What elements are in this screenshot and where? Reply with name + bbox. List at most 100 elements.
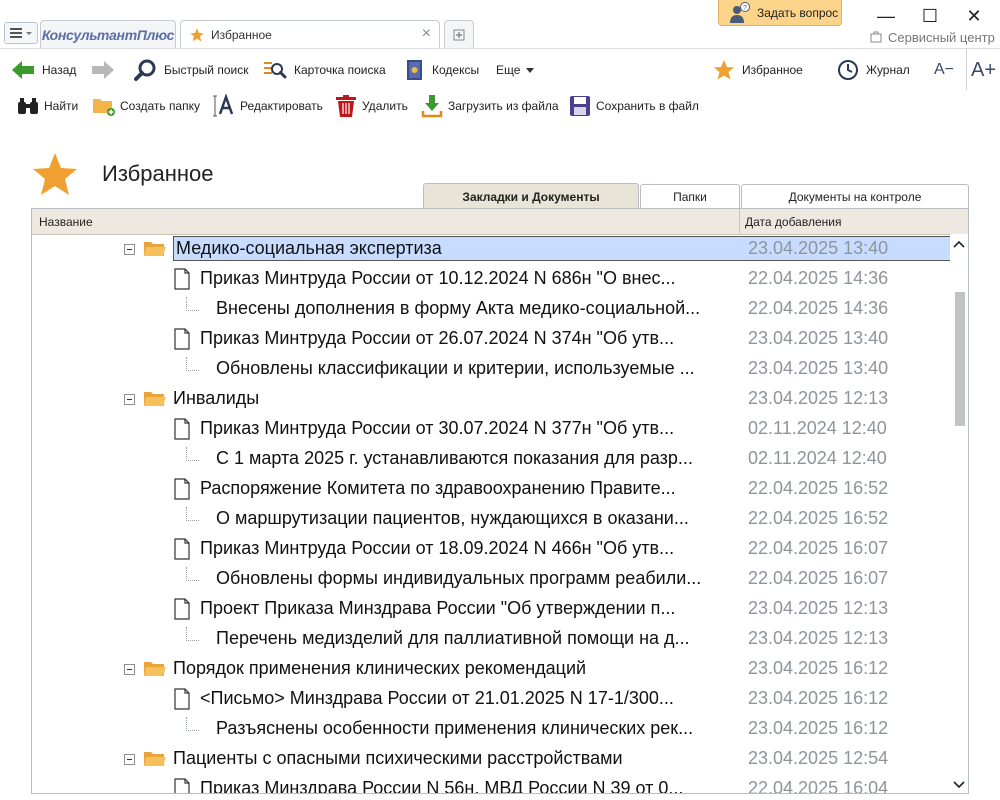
- row-date-added: 22.04.2025 16:07: [748, 568, 889, 588]
- delete-button[interactable]: Удалить: [334, 90, 408, 122]
- row-date-added: 02.11.2024 12:40: [748, 418, 887, 438]
- journal-button[interactable]: Журнал: [836, 49, 910, 91]
- tree-connector-line: [186, 447, 199, 461]
- binoculars-icon: [18, 98, 38, 114]
- collapse-toggle-icon[interactable]: [124, 664, 135, 675]
- tab-bookmarks-documents[interactable]: Закладки и Документы: [423, 183, 639, 209]
- scroll-down-button[interactable]: [950, 777, 968, 793]
- tree-note-row[interactable]: Обновлены классификации и критерии, испо…: [32, 354, 950, 384]
- favorites-button[interactable]: Избранное: [712, 49, 803, 91]
- service-icon: [870, 31, 882, 42]
- tree-connector-line: [186, 297, 199, 311]
- collapse-toggle-icon[interactable]: [124, 244, 135, 255]
- vertical-scrollbar[interactable]: [950, 234, 968, 793]
- find-button[interactable]: Найти: [16, 90, 78, 122]
- tree-connector-line: [186, 717, 199, 731]
- service-center-link[interactable]: Сервисный центр: [870, 30, 995, 45]
- favorites-action-toolbar: Найти Создать папку Редактировать Удалит…: [0, 90, 1000, 122]
- tab-documents-on-control[interactable]: Документы на контроле: [741, 184, 969, 208]
- back-button[interactable]: Назад: [10, 49, 76, 91]
- row-title: Приказ Минтруда России от 26.07.2024 N 3…: [200, 328, 675, 348]
- document-icon: [174, 268, 190, 290]
- load-from-file-button[interactable]: Загрузить из файла: [420, 90, 559, 122]
- row-date-added: 22.04.2025 14:36: [748, 298, 889, 318]
- font-increase-button[interactable]: A+: [966, 49, 996, 91]
- collapse-toggle-icon[interactable]: [124, 394, 135, 405]
- row-date-added: 23.04.2025 16:12: [748, 688, 889, 708]
- tree-note-row[interactable]: О маршрутизации пациентов, нуждающихся в…: [32, 504, 950, 534]
- row-date-added: 23.04.2025 12:13: [748, 628, 889, 648]
- create-folder-label: Создать папку: [120, 99, 200, 113]
- tree-note-row[interactable]: Обновлены формы индивидуальных программ …: [32, 564, 950, 594]
- row-title: Приказ Минздрава России N 56н, МВД Росси…: [200, 778, 684, 793]
- quick-search-button[interactable]: Быстрый поиск: [134, 49, 248, 91]
- search-card-button[interactable]: Карточка поиска: [262, 49, 386, 91]
- row-date-added: 22.04.2025 14:36: [748, 268, 889, 288]
- quick-search-label: Быстрый поиск: [164, 63, 249, 77]
- tree-document-row[interactable]: Приказ Минздрава России N 56н, МВД Росси…: [32, 774, 950, 793]
- codes-button[interactable]: Кодексы: [404, 49, 479, 91]
- tree-document-row[interactable]: Приказ Минтруда России от 10.12.2024 N 6…: [32, 264, 950, 294]
- tree-document-row[interactable]: Приказ Минтруда России от 26.07.2024 N 3…: [32, 324, 950, 354]
- row-date-added: 23.04.2025 12:13: [748, 388, 889, 408]
- clock-history-icon: [838, 60, 858, 80]
- forward-button[interactable]: [90, 49, 122, 91]
- tree-folder-row[interactable]: Порядок применения клинических рекоменда…: [32, 654, 950, 684]
- collapse-toggle-icon[interactable]: [124, 754, 135, 765]
- more-dropdown[interactable]: Еще: [496, 49, 542, 91]
- edit-text-icon: [213, 94, 234, 117]
- chevron-down-icon: [526, 68, 535, 73]
- tree-folder-row[interactable]: Инвалиды 23.04.2025 12:13: [32, 384, 950, 414]
- close-window-button[interactable]: ✕: [964, 6, 984, 27]
- folder-open-icon: [144, 752, 166, 766]
- minimize-button[interactable]: —: [876, 6, 896, 27]
- tree-document-row[interactable]: Приказ Минтруда России от 18.09.2024 N 4…: [32, 534, 950, 564]
- maximize-button[interactable]: ☐: [920, 6, 940, 27]
- new-tab-button[interactable]: [444, 20, 474, 48]
- save-to-file-button[interactable]: Сохранить в файл: [568, 90, 699, 122]
- tree-folder-row[interactable]: Пациенты с опасными психическими расстро…: [32, 744, 950, 774]
- main-menu-button[interactable]: [4, 22, 38, 44]
- row-title: Инвалиды: [173, 388, 260, 408]
- font-increase-label: A+: [971, 58, 997, 81]
- ask-question-button[interactable]: ? Задать вопрос: [718, 0, 842, 26]
- tree-folder-row[interactable]: Медико-социальная экспертиза 23.04.2025 1…: [32, 234, 950, 264]
- row-title: Порядок применения клинических рекоменда…: [173, 658, 587, 678]
- tab-favorites[interactable]: Избранное ×: [180, 20, 440, 48]
- consultant-logo: КонсультантПлюс: [41, 26, 175, 43]
- scrollbar-thumb[interactable]: [955, 292, 965, 426]
- tab-folders[interactable]: Папки: [640, 184, 740, 208]
- search-card-label: Карточка поиска: [294, 63, 386, 77]
- more-label: Еще: [496, 63, 521, 77]
- tab-consultant-home[interactable]: КонсультантПлюс: [40, 20, 176, 48]
- row-title: Обновлены формы индивидуальных программ …: [216, 568, 702, 588]
- load-from-file-label: Загрузить из файла: [448, 99, 559, 113]
- tree-note-row[interactable]: С 1 марта 2025 г. устанавливаются показа…: [32, 444, 950, 474]
- folder-open-icon: [144, 392, 166, 406]
- row-date-added: 23.04.2025 12:54: [748, 748, 889, 768]
- column-divider[interactable]: [739, 209, 740, 234]
- row-date-added: 22.04.2025 16:04: [748, 778, 889, 793]
- row-title: Приказ Минтруда России от 10.12.2024 N 6…: [200, 268, 676, 288]
- save-to-file-label: Сохранить в файл: [596, 99, 699, 113]
- tree-document-row[interactable]: Проект Приказа Минздрава России "Об утве…: [32, 594, 950, 624]
- column-header-date[interactable]: Дата добавления: [745, 215, 841, 229]
- tree-note-row[interactable]: Перечень медизделий для паллиативной пом…: [32, 624, 950, 654]
- row-title: Перечень медизделий для паллиативной пом…: [216, 628, 690, 648]
- row-date-added: 22.04.2025 16:07: [748, 538, 889, 558]
- tree-document-row[interactable]: Распоряжение Комитета по здравоохранению…: [32, 474, 950, 504]
- tree-note-row[interactable]: Разъяснены особенности применения клинич…: [32, 714, 950, 744]
- main-toolbar: Назад Быстрый поиск Карточка поиска Коде…: [0, 48, 1000, 91]
- new-folder-icon: [93, 99, 115, 116]
- tree-document-row[interactable]: Приказ Минтруда России от 30.07.2024 N 3…: [32, 414, 950, 444]
- scroll-up-button[interactable]: [950, 236, 968, 252]
- tree-document-row[interactable]: <Письмо> Минздрава России от 21.01.2025 …: [32, 684, 950, 714]
- document-icon: [174, 538, 190, 560]
- create-folder-button[interactable]: Создать папку: [92, 90, 200, 122]
- edit-button[interactable]: Редактировать: [212, 90, 323, 122]
- column-header-name[interactable]: Название: [39, 215, 93, 229]
- tree-note-row[interactable]: Внесены дополнения в форму Акта медико-с…: [32, 294, 950, 324]
- service-center-label: Сервисный центр: [888, 30, 995, 45]
- font-decrease-button[interactable]: A−: [934, 49, 954, 91]
- close-tab-icon[interactable]: ×: [422, 25, 431, 43]
